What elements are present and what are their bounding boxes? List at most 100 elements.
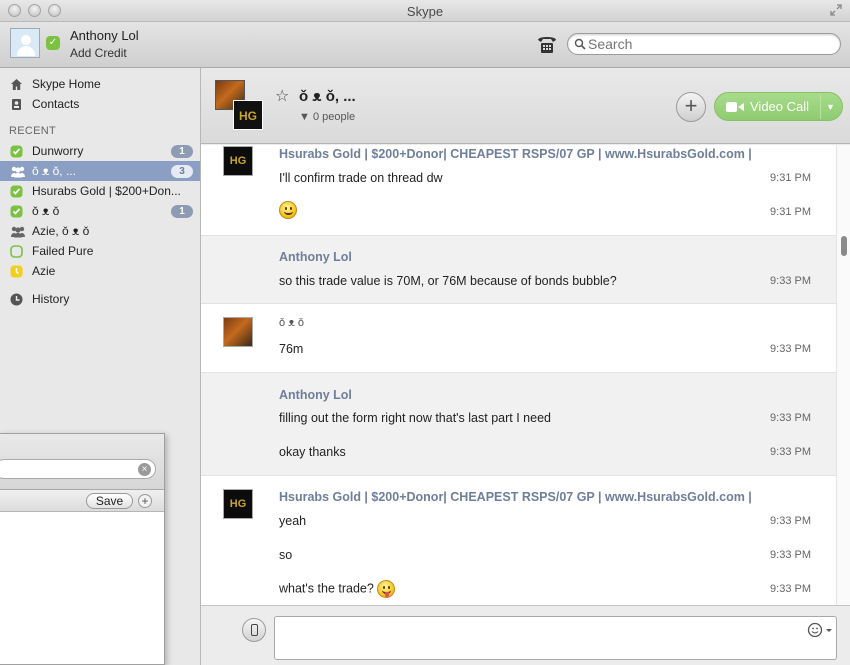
sidebar-item-skype-home[interactable]: Skype Home xyxy=(0,74,200,94)
message-scrollbar[interactable] xyxy=(836,145,850,605)
message-text: what's the trade? xyxy=(279,580,396,598)
sender-name[interactable]: Hsurabs Gold | $200+Donor| CHEAPEST RSPS… xyxy=(279,147,752,161)
chevron-down-icon[interactable]: ▼ xyxy=(826,102,835,112)
recent-item-azie[interactable]: Azie xyxy=(0,261,200,281)
group-icon xyxy=(10,165,25,178)
recent-item-label: Hsurabs Gold | $200+Don... xyxy=(32,184,181,198)
message-time: 9:33 PM xyxy=(770,549,811,561)
online-status-icon xyxy=(10,185,23,198)
sender-avatar[interactable]: HG xyxy=(223,146,253,176)
mobile-phone-icon xyxy=(251,624,258,636)
message-group: ǒ ᴥ ǒ 76m 9:33 PM xyxy=(201,304,836,372)
people-toggle[interactable]: ▼ 0 people xyxy=(299,111,355,123)
send-sms-button[interactable] xyxy=(242,618,266,642)
video-call-button[interactable]: Video Call ▼ xyxy=(714,92,843,121)
search-icon xyxy=(574,38,586,50)
smile-emoticon-icon xyxy=(279,201,297,219)
video-camera-icon xyxy=(726,101,744,113)
add-credit-link[interactable]: Add Credit xyxy=(70,46,127,60)
online-status-icon xyxy=(10,205,23,218)
sidebar-item-label: Skype Home xyxy=(32,77,101,91)
sender-avatar[interactable]: HG xyxy=(223,489,253,519)
favorite-star-icon[interactable]: ☆ xyxy=(275,86,289,106)
recent-item-dunworry[interactable]: Dunworry 1 xyxy=(0,141,200,161)
overlapping-search-field[interactable]: × xyxy=(0,459,156,479)
button-divider xyxy=(820,95,821,119)
message-text xyxy=(279,201,297,219)
people-count: 0 people xyxy=(312,111,356,123)
message-time: 9:33 PM xyxy=(770,412,811,424)
clock-icon xyxy=(10,293,23,306)
message-text: so this trade value is 70M, or 76M becau… xyxy=(279,274,617,288)
group-icon xyxy=(10,225,25,238)
search-input[interactable] xyxy=(588,36,833,52)
sidebar-item-label: History xyxy=(32,292,70,306)
away-status-icon xyxy=(10,265,23,278)
message-text-content: what's the trade? xyxy=(279,581,374,596)
overlapping-window: × Save + xyxy=(0,433,165,665)
title-bar: Skype xyxy=(0,0,850,22)
fullscreen-icon[interactable] xyxy=(830,4,844,18)
account-header: ✓ Anthony Lol Add Credit xyxy=(0,22,850,68)
message-time: 9:33 PM xyxy=(770,343,811,355)
sidebar-item-history[interactable]: History xyxy=(0,289,200,309)
user-name[interactable]: Anthony Lol xyxy=(70,28,139,43)
message-time: 9:31 PM xyxy=(770,172,811,184)
disclosure-triangle-icon: ▼ xyxy=(299,111,310,123)
sender-avatar[interactable] xyxy=(223,317,253,347)
add-button[interactable]: + xyxy=(138,494,152,508)
message-time: 9:33 PM xyxy=(770,515,811,527)
recent-item-azie-group[interactable]: Azie, ǒ ᴥ ǒ xyxy=(0,221,200,241)
recent-item-label: Azie, ǒ ᴥ ǒ xyxy=(32,224,90,238)
online-status-icon xyxy=(10,145,23,158)
recent-item-label: Failed Pure xyxy=(32,244,94,258)
recent-section-label: RECENT xyxy=(9,125,57,137)
search-box[interactable] xyxy=(567,33,841,55)
contacts-icon xyxy=(10,98,23,111)
home-icon xyxy=(10,78,23,91)
message-time: 9:33 PM xyxy=(770,446,811,458)
save-button[interactable]: Save xyxy=(86,493,133,509)
message-time: 9:33 PM xyxy=(770,583,811,595)
emoticon-picker-icon[interactable] xyxy=(807,622,837,638)
message-text: okay thanks xyxy=(279,445,346,459)
conversation-title[interactable]: ǒ ᴥ ǒ, ... xyxy=(299,88,356,105)
message-time: 9:31 PM xyxy=(770,206,811,218)
message-group: Anthony Lol so this trade value is 70M, … xyxy=(201,236,836,303)
recent-item-contact[interactable]: ǒ ᴥ ǒ 1 xyxy=(0,201,200,221)
overlapping-window-toolbar: × xyxy=(0,434,164,490)
recent-item-failed-pure[interactable]: Failed Pure xyxy=(0,241,200,261)
clear-icon[interactable]: × xyxy=(138,463,151,476)
message-list[interactable]: HG Hsurabs Gold | $200+Donor| CHEAPEST R… xyxy=(201,145,836,605)
sender-name[interactable]: Hsurabs Gold | $200+Donor| CHEAPEST RSPS… xyxy=(279,490,752,504)
sender-name[interactable]: Anthony Lol xyxy=(279,388,352,402)
sidebar-item-contacts[interactable]: Contacts xyxy=(0,94,200,114)
offline-status-icon xyxy=(10,245,23,258)
recent-item-label: ǒ ᴥ ǒ xyxy=(32,204,60,218)
sender-name[interactable]: ǒ ᴥ ǒ xyxy=(279,317,304,329)
avatar[interactable] xyxy=(10,28,40,58)
message-group: Anthony Lol filling out the form right n… xyxy=(201,373,836,475)
sender-name[interactable]: Anthony Lol xyxy=(279,250,352,264)
message-text: yeah xyxy=(279,514,307,528)
unread-count-badge: 3 xyxy=(171,165,193,178)
participant-avatar-gold[interactable]: HG xyxy=(233,100,263,130)
bookmark-bar: Save + xyxy=(0,490,164,512)
online-status-icon[interactable]: ✓ xyxy=(46,36,60,50)
recent-item-hsurabs-gold[interactable]: Hsurabs Gold | $200+Don... xyxy=(0,181,200,201)
recent-item-group-chat[interactable]: ǒ ᴥ ǒ, ... 3 xyxy=(0,161,200,181)
window-title: Skype xyxy=(406,4,444,19)
video-call-label: Video Call xyxy=(750,99,810,114)
scroll-thumb[interactable] xyxy=(841,236,847,256)
unread-count-badge: 1 xyxy=(171,205,193,218)
message-text: I'll confirm trade on thread dw xyxy=(279,171,443,185)
message-input[interactable] xyxy=(274,616,837,660)
dial-pad-icon[interactable] xyxy=(536,34,558,54)
message-group: HG Hsurabs Gold | $200+Donor| CHEAPEST R… xyxy=(201,476,836,605)
message-text: 76m xyxy=(279,342,304,356)
add-people-button[interactable]: + xyxy=(676,92,706,122)
message-text: so xyxy=(279,548,293,562)
message-time: 9:33 PM xyxy=(770,275,811,287)
sidebar-item-label: Contacts xyxy=(32,97,80,111)
recent-item-label: Dunworry xyxy=(32,144,84,158)
